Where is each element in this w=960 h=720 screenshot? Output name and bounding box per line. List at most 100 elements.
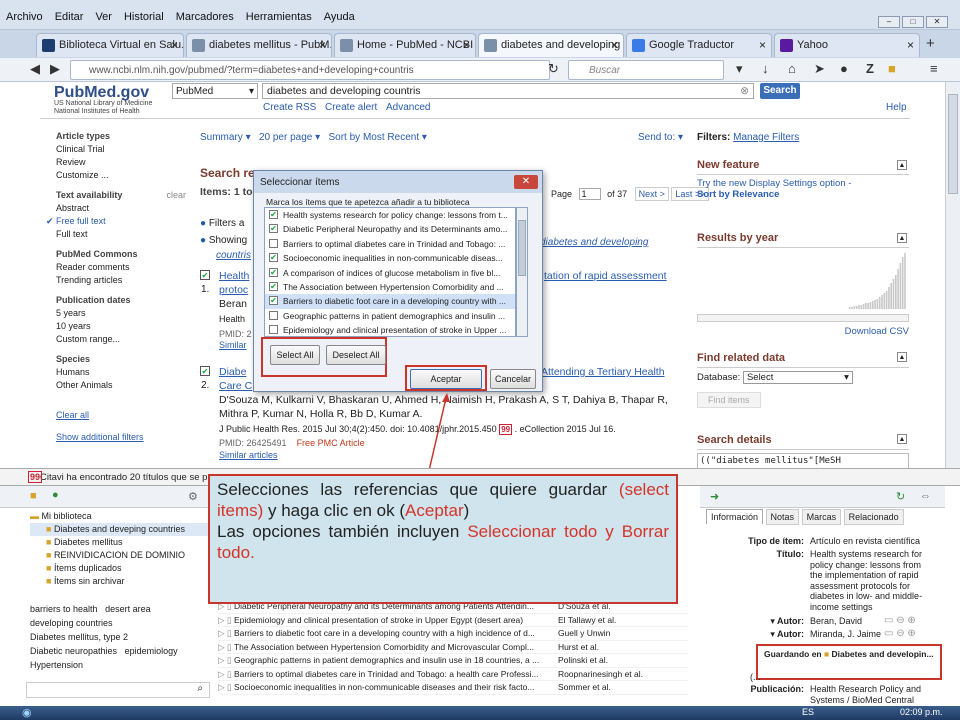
tag-row: Diabetic neuropathies epidemiology [30, 644, 210, 658]
sync-icon[interactable]: ↻ [896, 490, 905, 503]
info-tabs: Información Notas Marcas Relacionado [706, 509, 904, 525]
document-icon: ▷ ▯ [218, 628, 234, 638]
library-icon: ▬ [30, 511, 39, 521]
callout-text: y haga clic en ok ( [263, 501, 406, 520]
document-icon: ▷ ▯ [218, 668, 234, 679]
author-2-value[interactable]: Miranda, J. Jaime [810, 629, 881, 639]
tag[interactable]: Diabetes mellitus, type 2 [30, 632, 128, 642]
item-row[interactable]: ▷ ▯ Socioeconomic inequalities in non-co… [218, 681, 688, 695]
add-icon[interactable]: ⊕ [907, 628, 915, 639]
tag-row: developing countries [30, 616, 210, 630]
item-title: Epidemiology and clinical presentation o… [233, 614, 524, 625]
author-2-controls: ▭ ⊖ ⊕ [884, 628, 916, 639]
author-1-controls: ▭ ⊖ ⊕ [884, 615, 916, 626]
tag[interactable]: desert area [105, 604, 151, 614]
swap-icon[interactable]: ▭ [884, 628, 893, 639]
new-collection-icon[interactable]: ■ [30, 490, 37, 502]
remove-icon[interactable]: ⊖ [896, 628, 904, 639]
author-label: Autor: [777, 616, 804, 626]
author-2-label: ▾ Autor: [770, 629, 804, 639]
publication-value[interactable]: Health Research Policy and Systems / Bio… [810, 684, 940, 704]
collection-label: Diabetes and deveping countries [53, 524, 186, 534]
status-message: Citavi ha encontrado 20 títulos que se p… [40, 472, 218, 483]
tag[interactable]: barriers to health [30, 604, 98, 614]
tab-notas[interactable]: Notas [765, 509, 800, 525]
item-row[interactable]: ▷ ▯ Epidemiology and clinical presentati… [218, 614, 688, 627]
author-1-label: ▾ Autor: [770, 616, 804, 626]
tag-filter[interactable]: ⌕ [26, 682, 210, 698]
title-label: Título: [776, 549, 805, 559]
item-creator: Sommer et al. [557, 682, 611, 692]
item-creator: El Tallawy et al. [557, 614, 617, 625]
document-icon: ▷ ▯ [218, 682, 234, 692]
collection-item[interactable]: ■ Diabetes and deveping countries [30, 523, 210, 536]
lang-indicator[interactable]: ES [802, 707, 814, 717]
tag-row: Diabetes mellitus, type 2 [30, 630, 210, 644]
item-row[interactable]: ▷ ▯ Barriers to diabetic foot care in a … [218, 627, 688, 641]
title-value[interactable]: Health systems research for policy chang… [810, 549, 936, 613]
author-label: Autor: [777, 629, 804, 639]
start-button-icon[interactable]: ◉ [22, 706, 32, 719]
tab-informacion[interactable]: Información [706, 509, 764, 524]
tag[interactable]: Hypertension [30, 660, 83, 670]
saving-label: Guardando en [764, 649, 822, 659]
callout-highlight: Aceptar [405, 501, 464, 520]
callout-text: Las opciones también incluyen [217, 522, 468, 541]
collection-item[interactable]: ■ REINVIDICACION DE DOMINIO [30, 549, 210, 562]
search-icon: ⌕ [197, 683, 203, 694]
publication-label: Publicación: [750, 684, 804, 694]
author-1-value[interactable]: Beran, David [810, 616, 862, 626]
callout-paragraph-2: Las opciones también incluyen Selecciona… [217, 521, 669, 563]
item-type-value[interactable]: Artículo en revista científica [810, 536, 940, 546]
collections-tree: ▬ Mi biblioteca ■ Diabetes and deveping … [26, 510, 210, 588]
tab-relacionado[interactable]: Relacionado [843, 509, 904, 525]
items-list: ▷ ▯ Diabetic Peripheral Neuropathy and i… [218, 600, 688, 695]
locate-icon[interactable]: ➜ [710, 490, 719, 503]
fullscreen-icon[interactable]: ⇔ [920, 490, 931, 502]
tag-row: barriers to health desert area [30, 602, 210, 616]
collection-item[interactable]: ■ Ítems sin archivar [30, 575, 210, 588]
item-row[interactable]: ▷ ▯ The Association between Hypertension… [218, 641, 688, 654]
folder-icon: ■ [46, 576, 54, 586]
tab-marcas[interactable]: Marcas [801, 509, 842, 525]
saving-folder: Diabetes and developin... [831, 649, 934, 659]
collections-list: ■ Diabetes and deveping countries ■ Diabe… [26, 523, 210, 588]
remove-icon[interactable]: ⊖ [896, 615, 904, 626]
citavi-icon: 99 [28, 471, 43, 483]
item-title: Barriers to optimal diabetes care in Tri… [233, 668, 539, 679]
document-icon: ▷ ▯ [218, 641, 234, 652]
library-item[interactable]: ▬ Mi biblioteca [26, 510, 210, 523]
info-toolbar: ➜ ↻ ⇔ [700, 486, 945, 508]
tag-selector: barriers to health desert area developin… [30, 602, 210, 672]
gear-icon[interactable]: ⚙ [188, 490, 198, 503]
tag[interactable]: developing countries [30, 618, 113, 628]
tag[interactable]: epidemiology [125, 646, 178, 656]
item-creator: Hurst et al. [557, 641, 600, 652]
instruction-callout: Selecciones las referencias que quiere g… [208, 474, 678, 604]
item-title: Socioeconomic inequalities in non-commun… [233, 682, 535, 692]
folder-icon: ■ [46, 537, 54, 547]
item-creator: Guell y Unwin [557, 628, 611, 638]
item-row[interactable]: ▷ ▯ Geographic patterns in patient demog… [218, 654, 688, 668]
folder-icon: ■ [824, 649, 830, 659]
tag[interactable]: Diabetic neuropathies [30, 646, 117, 656]
folder-icon: ■ [46, 524, 54, 534]
saving-to-indicator: Guardando en ■ Diabetes and developin... [764, 649, 934, 659]
new-group-icon[interactable]: ● [52, 489, 59, 501]
collection-item[interactable]: ■ Ítems duplicados [30, 562, 210, 575]
callout-text: ) [463, 501, 470, 520]
windows-taskbar: ◉ ES 02:09 p.m. [0, 706, 960, 720]
collection-item[interactable]: ■ Diabetes mellitus [30, 536, 210, 549]
collection-label: Ítems duplicados [53, 563, 122, 573]
item-title: The Association between Hypertension Com… [233, 641, 534, 652]
add-icon[interactable]: ⊕ [907, 615, 915, 626]
item-creator: Polinski et al. [557, 655, 609, 665]
ellipsis-text: (... [750, 672, 761, 682]
document-icon: ▷ ▯ [218, 655, 234, 665]
tag-row: Hypertension [30, 658, 210, 672]
collection-label: Diabetes mellitus [53, 537, 123, 547]
item-row[interactable]: ▷ ▯ Barriers to optimal diabetes care in… [218, 668, 688, 681]
zotero-toolbar-left: ■ ● ⚙ [0, 486, 210, 508]
clock[interactable]: 02:09 p.m. [900, 707, 943, 717]
swap-icon[interactable]: ▭ [884, 615, 893, 626]
